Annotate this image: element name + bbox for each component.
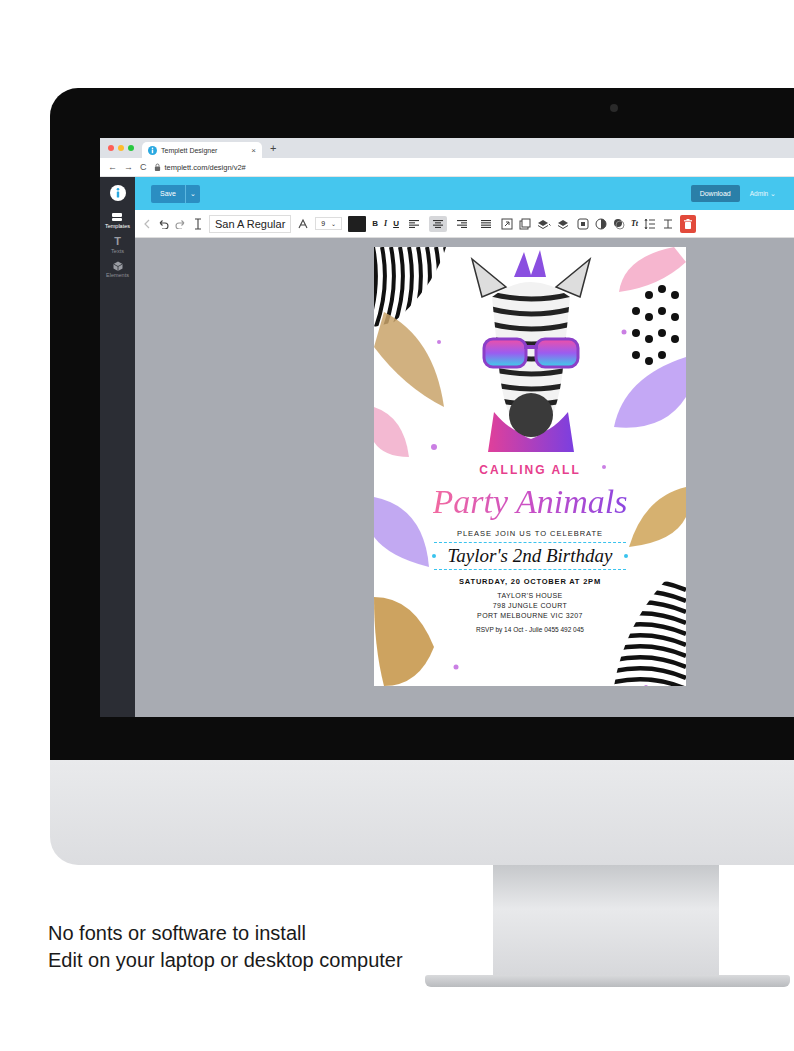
back-icon[interactable] — [143, 219, 151, 229]
stand-foot — [425, 975, 790, 987]
align-button[interactable] — [405, 216, 423, 232]
texts-icon: T — [114, 236, 121, 247]
sidebar-item-label: Templates — [105, 223, 130, 229]
invitation-intro[interactable]: PLEASE JOIN US TO CELEBRATE — [457, 528, 603, 540]
top-toolbar: Save⌄ Download Admin ⌄ — [135, 177, 794, 210]
nav-button[interactable]: C — [140, 162, 147, 172]
templett-logo-icon[interactable] — [110, 185, 126, 201]
monitor-bezel: Templett Designer × + ← → Ctemplett.com/desig… — [50, 88, 794, 760]
caption-line: Edit on your laptop or desktop computer — [48, 947, 425, 974]
camera-icon — [610, 104, 618, 112]
download-button[interactable]: Download — [691, 185, 740, 202]
bold-button[interactable]: B — [372, 219, 378, 228]
layer-down-icon[interactable] — [557, 218, 571, 230]
invitation-text: CALLING ALLParty Animals PLEASE JOIN US T… — [374, 247, 686, 635]
align-button[interactable] — [429, 216, 447, 232]
browser-tab[interactable]: Templett Designer × — [142, 142, 262, 158]
lock-element-icon[interactable] — [577, 218, 589, 230]
minimize-window-icon[interactable] — [118, 145, 124, 151]
text-transform-button[interactable]: Tt — [631, 219, 638, 228]
address-line: 798 JUNGLE COURT — [477, 601, 583, 611]
caption: No fonts or software to installEdit on y… — [0, 865, 425, 1051]
duplicate-icon[interactable] — [519, 218, 531, 230]
align-left-icon — [408, 219, 420, 229]
clear-format-icon[interactable] — [662, 218, 674, 230]
undo-icon[interactable] — [157, 219, 169, 229]
redo-icon[interactable] — [175, 219, 187, 229]
tab-close[interactable]: × — [251, 146, 256, 155]
lock-icon — [154, 163, 161, 171]
resize-icon[interactable] — [501, 218, 513, 230]
workspace: Save⌄DownloadAdmin ⌄San A Regular9⌄BIUTt… — [135, 177, 794, 717]
sidebar: Templates TTexts Elements — [100, 177, 135, 717]
font-size-select[interactable]: 9⌄ — [315, 217, 342, 230]
elements-cube-icon — [113, 261, 123, 271]
maximize-window-icon[interactable] — [128, 145, 134, 151]
monitor-stand — [425, 865, 794, 1051]
invitation-title[interactable]: Party Animals — [433, 478, 628, 526]
screen: Templett Designer × + ← → Ctemplett.com/desig… — [100, 138, 794, 717]
stand-neck — [493, 865, 719, 975]
underline-button[interactable]: U — [393, 219, 399, 228]
trash-icon — [684, 219, 692, 229]
browser-tab-bar: Templett Designer × + — [100, 138, 794, 158]
font-size-caret: ⌄ — [331, 220, 336, 227]
user-menu[interactable]: Admin ⌄ — [750, 190, 776, 198]
resize-handle[interactable] — [432, 554, 436, 558]
nav-button[interactable]: ← — [108, 162, 117, 172]
templett-favicon-icon — [148, 146, 157, 155]
save-button[interactable]: Save — [151, 185, 185, 203]
sidebar-item[interactable]: Templates — [105, 212, 130, 229]
save-menu-button[interactable]: ⌄ — [185, 185, 200, 203]
resize-handle[interactable] — [624, 554, 628, 558]
designer-app: TemplatesTTextsElementsSave⌄DownloadAdmi… — [100, 177, 794, 717]
design-canvas: CALLING ALLParty Animals PLEASE JOIN US T… — [135, 238, 794, 717]
line-height-icon[interactable] — [193, 218, 203, 230]
align-button[interactable] — [453, 216, 471, 232]
sidebar-item[interactable]: TTexts — [111, 236, 124, 254]
align-right-icon — [456, 219, 468, 229]
url-field[interactable]: templett.com/design/v2# — [165, 163, 246, 172]
address-bar: ← → Ctemplett.com/design/v2# — [100, 158, 794, 177]
address-line: TAYLOR'S HOUSE — [477, 591, 583, 601]
page: Templett Designer × + ← → Ctemplett.com/desig… — [0, 0, 794, 1051]
invitation-rsvp[interactable]: RSVP by 14 Oct - Julie 0455 492 045 — [476, 625, 584, 635]
tab-title: Templett Designer — [161, 147, 247, 154]
nav-button[interactable]: → — [124, 162, 133, 172]
window-controls — [108, 145, 134, 151]
new-tab-button[interactable]: + — [270, 142, 276, 154]
monitor: Templett Designer × + ← → Ctemplett.com/desig… — [50, 88, 794, 865]
save-group: Save⌄ — [151, 185, 200, 203]
layer-up-icon[interactable] — [537, 218, 551, 230]
spacing-icon[interactable] — [644, 218, 656, 230]
opacity-icon[interactable] — [595, 218, 607, 230]
font-size-value: 9 — [321, 220, 325, 227]
caption-line: No fonts or software to install — [48, 920, 425, 947]
sidebar-item-label: Elements — [106, 272, 129, 278]
address-line: PORT MELBOURNE VIC 3207 — [477, 611, 583, 621]
align-justify-icon — [480, 219, 492, 229]
invitation-name[interactable]: Taylor's 2nd Birthday — [434, 542, 627, 570]
align-button[interactable] — [477, 216, 495, 232]
invitation-headline[interactable]: CALLING ALL — [479, 463, 581, 478]
close-window-icon[interactable] — [108, 145, 114, 151]
invitation-address[interactable]: TAYLOR'S HOUSE798 JUNGLE COURTPORT MELBO… — [477, 591, 583, 621]
sidebar-item-label: Texts — [111, 248, 124, 254]
invitation-date[interactable]: SATURDAY, 20 OCTOBER AT 2PM — [459, 576, 601, 588]
delete-button[interactable] — [680, 215, 696, 233]
font-style-icon[interactable] — [297, 218, 309, 230]
text-color-swatch[interactable] — [348, 216, 366, 232]
font-select[interactable]: San A Regular — [209, 215, 291, 233]
templates-icon — [111, 212, 123, 222]
italic-button[interactable]: I — [384, 219, 387, 228]
format-bar: San A Regular9⌄BIUTt — [135, 210, 794, 238]
sidebar-item[interactable]: Elements — [106, 261, 129, 278]
align-center-icon — [432, 219, 444, 229]
lower-area: No fonts or software to installEdit on y… — [0, 865, 794, 1051]
monitor-chin — [50, 760, 794, 865]
invitation-card[interactable]: CALLING ALLParty Animals PLEASE JOIN US T… — [374, 247, 686, 686]
shadow-icon[interactable] — [613, 218, 625, 230]
